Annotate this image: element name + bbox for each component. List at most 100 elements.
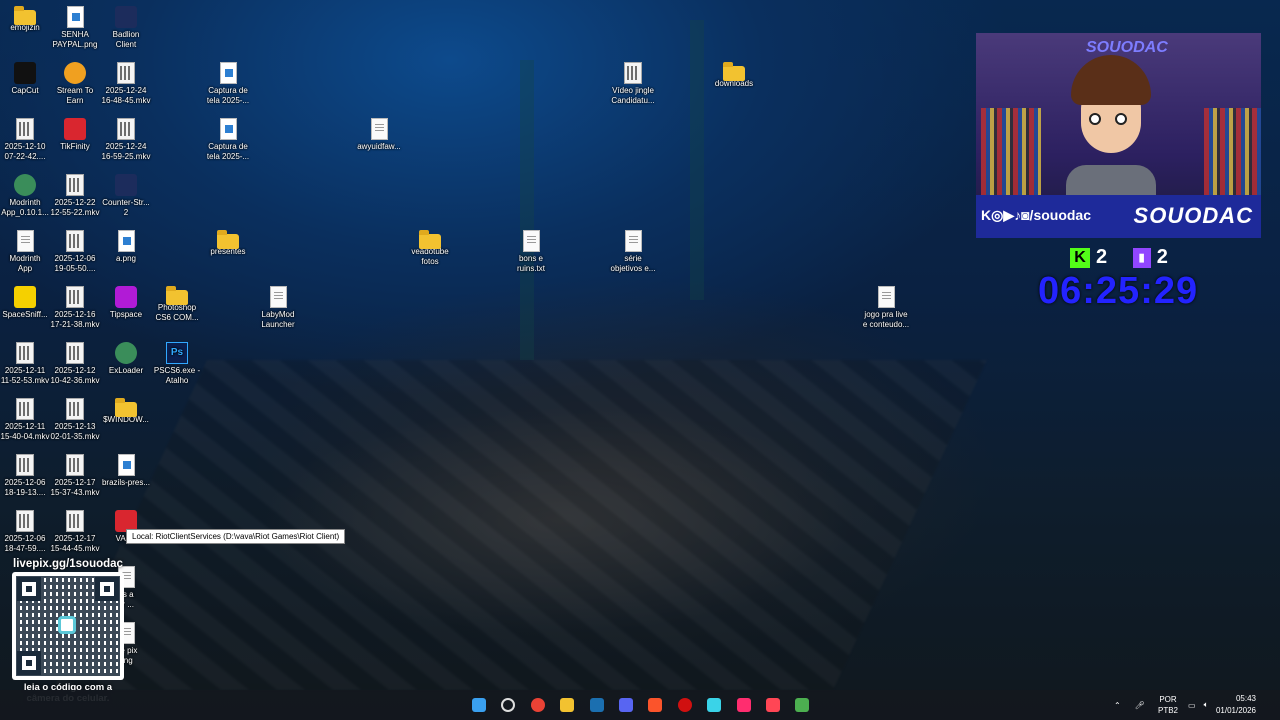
chevron-up-icon[interactable]: ⌃ — [1114, 701, 1121, 710]
desktop-icon[interactable]: Modrinth App — [0, 230, 50, 274]
taskbar-windows-start[interactable] — [469, 695, 489, 715]
taskbar-steam[interactable] — [587, 695, 607, 715]
desktop-icon[interactable]: Ps PSCS6.exe - Atalho — [152, 342, 202, 386]
desktop-icon[interactable]: 2025-12-06 18-47-59.... — [0, 510, 50, 554]
system-tray-right: ▭ 🔈︎ — [1188, 690, 1208, 720]
desktop-icon[interactable]: 2025-12-11 11-52-53.mkv — [0, 342, 50, 386]
video-icon — [624, 62, 642, 84]
img-icon — [219, 62, 237, 84]
valorant-icon — [766, 698, 780, 712]
desktop-icon[interactable]: Tipspace — [101, 286, 151, 320]
desktop-icon[interactable]: 2025-12-10 07-22-42.... — [0, 118, 50, 162]
desktop-icon[interactable]: 2025-12-12 10-42-36.mkv — [50, 342, 100, 386]
video-icon — [66, 342, 84, 364]
desktop-icon[interactable]: Photoshop CS6 COM... — [152, 286, 202, 323]
desktop-icon-label: Badlion Client — [112, 30, 140, 49]
desktop-icon[interactable]: veadotube fotos — [405, 230, 455, 267]
desktop-icon[interactable]: LabyMod Launcher — [253, 286, 303, 330]
taskbar-chrome[interactable] — [528, 695, 548, 715]
desktop-icon[interactable]: SENHA PAYPAL.png — [50, 6, 100, 50]
desktop-icon-label: CapCut — [11, 86, 39, 95]
qr-code — [12, 572, 124, 680]
taskbar-brave[interactable] — [645, 695, 665, 715]
app-ps-icon: Ps — [166, 342, 188, 364]
desktop-icon[interactable]: Vídeo jingle Candidatu... — [608, 62, 658, 106]
desktop-icon[interactable]: 2025-12-22 12-55-22.mkv — [50, 174, 100, 218]
microphone-icon[interactable]: 🎤︎ — [1135, 701, 1145, 710]
desktop-icon[interactable]: SpaceSniff... — [0, 286, 50, 320]
desktop-icon-label: Modrinth App — [9, 254, 41, 273]
folder-icon — [419, 230, 441, 249]
follower-counters: K2 ▮ 2 — [1070, 246, 1168, 269]
desktop-icon-label: 2025-12-06 18-19-13.... — [4, 478, 46, 497]
desktop-icon[interactable]: CapCut — [0, 62, 50, 96]
app-purple-icon — [115, 286, 137, 308]
desktop-icon[interactable]: 2025-12-06 18-19-13.... — [0, 454, 50, 498]
desktop-icon[interactable]: Counter-Str... 2 — [101, 174, 151, 218]
clock[interactable]: 05:43 01/01/2026 — [1216, 693, 1256, 717]
desktop-icon[interactable]: presentes — [203, 230, 253, 257]
desktop-icon-label: PSCS6.exe - Atalho — [153, 366, 201, 385]
folder-icon — [166, 286, 188, 305]
desktop-icon[interactable]: 2025-12-24 16-48-45.mkv — [101, 62, 151, 106]
video-icon — [117, 62, 135, 84]
desktop-icon[interactable]: awyuidfaw... — [354, 118, 404, 152]
desktop-icon[interactable]: jogo pra live e conteudo... — [861, 286, 911, 330]
taskbar-file-explorer[interactable] — [557, 695, 577, 715]
time: 05:43 — [1235, 694, 1256, 703]
desktop-icon[interactable]: 2025-12-13 02-01-35.mkv — [50, 398, 100, 442]
game-background-terrain — [53, 360, 987, 690]
app-yellow-icon — [14, 286, 36, 308]
desktop-icon[interactable]: 2025-12-16 17-21-38.mkv — [50, 286, 100, 330]
desktop-icon[interactable]: Captura de tela 2025-... — [203, 62, 253, 106]
steam-icon — [589, 698, 604, 712]
desktop-icon-label: Counter-Str... 2 — [102, 198, 150, 217]
desktop-icon-label: 2025-12-11 15-40-04.mkv — [0, 422, 50, 441]
desktop-icon[interactable]: brazils-pres... — [101, 454, 151, 488]
desktop-icon[interactable]: 2025-12-11 15-40-04.mkv — [0, 398, 50, 442]
language-indicator[interactable]: POR PTB2 — [1158, 694, 1178, 716]
search-icon — [501, 698, 516, 712]
taskbar-discord[interactable] — [616, 695, 636, 715]
doc-icon — [269, 286, 287, 308]
video-icon — [16, 342, 34, 364]
desktop-icon[interactable]: 2025-12-17 15-44-45.mkv — [50, 510, 100, 554]
desktop-icon[interactable]: a.png — [101, 230, 151, 264]
doc-icon — [877, 286, 895, 308]
desktop-icon[interactable]: 2025-12-06 19-05-50.... — [50, 230, 100, 274]
network-icon[interactable]: ▭ — [1188, 701, 1196, 710]
taskbar-valorant[interactable] — [763, 695, 783, 715]
desktop-icon[interactable]: série objetivos e... — [608, 230, 658, 274]
taskbar-record[interactable] — [675, 695, 695, 715]
desktop-icon[interactable]: Stream To Earn — [50, 62, 100, 106]
record-icon — [677, 698, 692, 712]
volume-icon[interactable]: 🔈︎ — [1204, 700, 1209, 710]
video-icon — [66, 454, 84, 476]
discord-icon — [619, 698, 633, 712]
taskbar-notepad[interactable] — [704, 695, 724, 715]
system-tray: ⌃ 🎤︎ — [1114, 690, 1145, 720]
taskbar-minecraft[interactable] — [792, 695, 812, 715]
desktop-icon[interactable]: downloads — [709, 62, 759, 89]
img-icon — [117, 454, 135, 476]
desktop-icon[interactable]: Modrinth App_0.10.1... — [0, 174, 50, 218]
kelp-decoration — [520, 60, 534, 360]
video-icon — [66, 174, 84, 196]
doc-icon — [370, 118, 388, 140]
desktop-icon-label: 2025-12-17 15-44-45.mkv — [50, 534, 100, 553]
desktop-icon[interactable]: $WINDOW... — [101, 398, 151, 425]
taskbar-tiktok-live[interactable] — [734, 695, 754, 715]
desktop-icon[interactable]: TikFinity — [50, 118, 100, 152]
desktop-icon[interactable]: Badlion Client — [101, 6, 151, 50]
desktop-icon[interactable]: Captura de tela 2025-... — [203, 118, 253, 162]
desktop-icon[interactable]: emojizin — [0, 6, 50, 33]
social-banner: K◎▶♪◙/souodac SOUODAC — [976, 195, 1261, 238]
desktop-icon[interactable]: 2025-12-17 15-37-43.mkv — [50, 454, 100, 498]
desktop-icon[interactable]: ExLoader — [101, 342, 151, 376]
kelp-decoration — [690, 20, 704, 300]
file-explorer-icon — [560, 698, 575, 712]
desktop-icon[interactable]: 2025-12-24 16-59-25.mkv — [101, 118, 151, 162]
folder-icon — [217, 230, 239, 249]
desktop-icon[interactable]: bons e ruins.txt — [506, 230, 556, 274]
taskbar-search[interactable] — [498, 695, 518, 715]
